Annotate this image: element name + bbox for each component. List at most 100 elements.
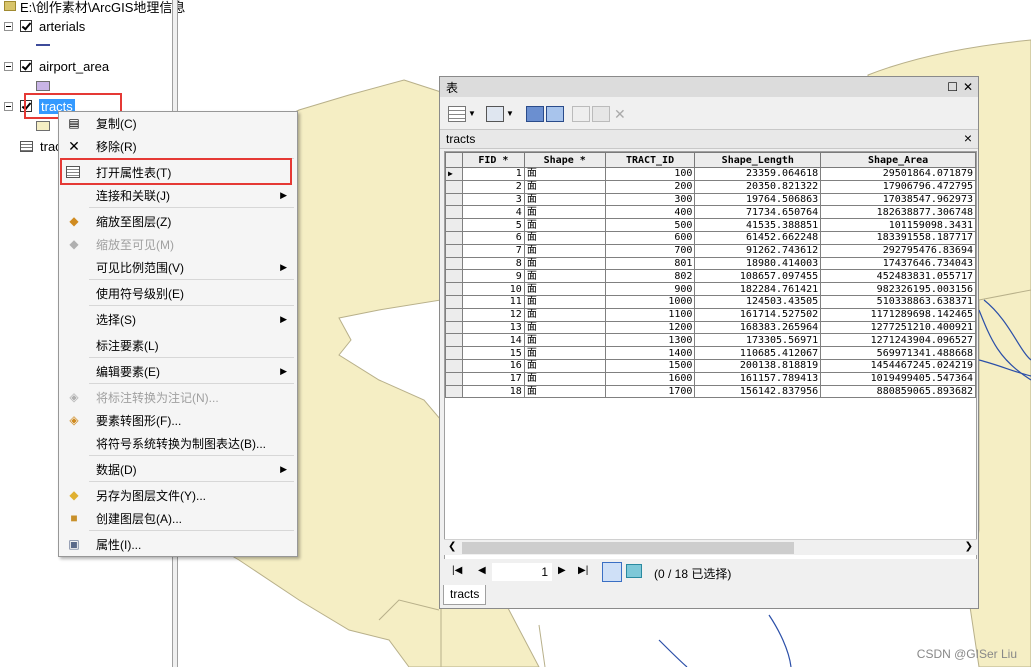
next-record-icon[interactable]: ▶ xyxy=(558,565,566,576)
table-cell[interactable]: 124503.43505 xyxy=(694,294,822,309)
column-header[interactable]: Shape_Length xyxy=(694,152,822,168)
table-cell[interactable]: 802 xyxy=(604,269,696,284)
toc-table-tracts[interactable]: trac xyxy=(0,136,62,156)
table-cell[interactable]: 面 xyxy=(523,346,606,360)
menu-item-zoom-to-layer[interactable]: ◆ 缩放至图层(Z) xyxy=(61,210,295,232)
table-row[interactable]: 18 面 1700 156142.837956 880859065.893682 xyxy=(445,384,976,399)
table-row[interactable]: 8 面 801 18980.414003 17437646.734043 xyxy=(445,256,976,271)
table-cell[interactable]: 510338863.638371 xyxy=(820,294,976,309)
table-cell[interactable]: 面 xyxy=(523,218,606,232)
table-row[interactable]: 11 面 1000 124503.43505 510338863.638371 xyxy=(445,294,976,309)
table-cell[interactable]: 1500 xyxy=(604,358,696,373)
table-cell[interactable]: 17906796.472795 xyxy=(820,179,976,194)
dropdown-arrow-icon[interactable]: ▼ xyxy=(468,109,476,125)
table-cell[interactable]: 4 xyxy=(461,205,525,220)
table-cell[interactable]: 183391558.187717 xyxy=(820,230,976,245)
table-cell[interactable]: 161714.527502 xyxy=(694,307,822,322)
table-cell[interactable]: 面 xyxy=(523,282,606,296)
scrollbar-thumb[interactable] xyxy=(462,542,794,554)
layer-name[interactable]: arterials xyxy=(39,19,85,34)
last-record-icon[interactable]: ▶| xyxy=(578,565,588,576)
menu-item-joins-relates[interactable]: 连接和关联(J) ▶ xyxy=(61,184,295,206)
menu-item-use-symbol-levels[interactable]: 使用符号级别(E) xyxy=(61,282,295,304)
table-cell[interactable]: 200 xyxy=(604,179,696,194)
row-selector[interactable] xyxy=(445,371,463,386)
menu-item-create-layer-package[interactable]: ■ 创建图层包(A)... xyxy=(61,507,295,529)
first-record-icon[interactable]: |◀ xyxy=(452,565,462,576)
table-cell[interactable]: 1 xyxy=(461,167,525,181)
table-cell[interactable]: 面 xyxy=(523,320,606,335)
table-cell[interactable]: 801 xyxy=(604,256,696,271)
table-cell[interactable]: 161157.789413 xyxy=(694,371,822,386)
menu-item-data[interactable]: 数据(D) ▶ xyxy=(61,458,295,480)
table-row[interactable]: 17 面 1600 161157.789413 1019499405.547364 xyxy=(445,371,976,386)
table-row[interactable]: 9 面 802 108657.097455 452483831.055717 xyxy=(445,269,976,284)
table-cell[interactable]: 1400 xyxy=(604,346,696,360)
table-cell[interactable]: 110685.412067 xyxy=(694,346,822,360)
table-cell[interactable]: 面 xyxy=(523,205,606,220)
table-cell[interactable]: 13 xyxy=(461,320,525,335)
collapse-icon[interactable] xyxy=(4,21,13,31)
table-cell[interactable]: 17 xyxy=(461,371,525,386)
table-cell[interactable]: 452483831.055717 xyxy=(820,269,976,284)
table-cell[interactable]: 面 xyxy=(523,230,606,245)
table-cell[interactable]: 1271243904.096527 xyxy=(820,333,976,348)
table-cell[interactable]: 156142.837956 xyxy=(694,384,822,399)
table-row[interactable]: 12 面 1100 161714.527502 1171289698.142465 xyxy=(445,307,976,322)
table-cell[interactable]: 569971341.488668 xyxy=(820,346,976,360)
table-cell[interactable]: 20350.821322 xyxy=(694,179,822,194)
table-cell[interactable]: 面 xyxy=(523,307,606,322)
table-cell[interactable]: 9 xyxy=(461,269,525,284)
table-cell[interactable]: 面 xyxy=(523,358,606,373)
table-cell[interactable]: 10 xyxy=(461,282,525,296)
menu-item-copy[interactable]: ▤ 复制(C) xyxy=(61,112,295,134)
table-cell[interactable]: 100 xyxy=(604,167,696,181)
row-selector-header[interactable] xyxy=(445,152,463,168)
close-icon[interactable]: ✕ xyxy=(963,80,973,94)
scroll-left-icon[interactable]: ❮ xyxy=(448,541,456,552)
related-tables-icon[interactable] xyxy=(486,106,504,122)
table-window-titlebar[interactable]: 表 ☐ ✕ xyxy=(440,77,978,97)
layer-name[interactable]: airport_area xyxy=(39,59,109,74)
bottom-table-tab[interactable]: tracts xyxy=(443,585,487,605)
table-cell[interactable]: 500 xyxy=(604,218,696,232)
table-cell[interactable]: 700 xyxy=(604,243,696,258)
show-all-records-icon[interactable] xyxy=(602,562,622,582)
table-cell[interactable]: 1200 xyxy=(604,320,696,335)
table-cell[interactable]: 101159098.3431 xyxy=(820,218,976,232)
collapse-icon[interactable] xyxy=(4,61,13,71)
table-cell[interactable]: 8 xyxy=(461,256,525,271)
table-cell[interactable]: 18980.414003 xyxy=(694,256,822,271)
menu-item-visible-scale-range[interactable]: 可见比例范围(V) ▶ xyxy=(61,256,295,278)
table-cell[interactable]: 2 xyxy=(461,179,525,194)
row-selector[interactable] xyxy=(445,269,463,284)
table-cell[interactable]: 面 xyxy=(523,333,606,348)
table-cell[interactable]: 1171289698.142465 xyxy=(820,307,976,322)
table-cell[interactable]: 1100 xyxy=(604,307,696,322)
table-cell[interactable]: 1000 xyxy=(604,294,696,309)
table-cell[interactable]: 6 xyxy=(461,230,525,245)
restore-icon[interactable]: ☐ xyxy=(947,80,958,94)
table-cell[interactable]: 900 xyxy=(604,282,696,296)
table-cell[interactable]: 182284.761421 xyxy=(694,282,822,296)
attribute-grid[interactable]: FID * Shape * TRACT_ID Shape_Length Shap… xyxy=(444,151,977,562)
table-tab-title[interactable]: tracts xyxy=(446,132,475,146)
row-selector[interactable] xyxy=(445,256,463,271)
current-record-input[interactable] xyxy=(492,563,552,581)
table-row[interactable]: ▶ 1 面 100 23359.064618 29501864.071879 xyxy=(445,167,976,181)
table-cell[interactable]: 182638877.306748 xyxy=(820,205,976,220)
table-cell[interactable]: 200138.818819 xyxy=(694,358,822,373)
table-cell[interactable]: 29501864.071879 xyxy=(820,167,976,181)
previous-record-icon[interactable]: ◀ xyxy=(478,565,486,576)
table-cell[interactable]: 173305.56971 xyxy=(694,333,822,348)
table-cell[interactable]: 面 xyxy=(523,269,606,284)
switch-selection-icon[interactable] xyxy=(546,106,564,122)
table-row[interactable]: 10 面 900 182284.761421 982326195.003156 xyxy=(445,282,976,296)
table-cell[interactable]: 61452.662248 xyxy=(694,230,822,245)
row-selector[interactable] xyxy=(445,192,463,207)
row-selector[interactable] xyxy=(445,230,463,245)
table-cell[interactable]: 面 xyxy=(523,192,606,207)
table-row[interactable]: 3 面 300 19764.506863 17038547.962973 xyxy=(445,192,976,207)
table-row[interactable]: 5 面 500 41535.388851 101159098.3431 xyxy=(445,218,976,232)
table-cell[interactable]: 91262.743612 xyxy=(694,243,822,258)
